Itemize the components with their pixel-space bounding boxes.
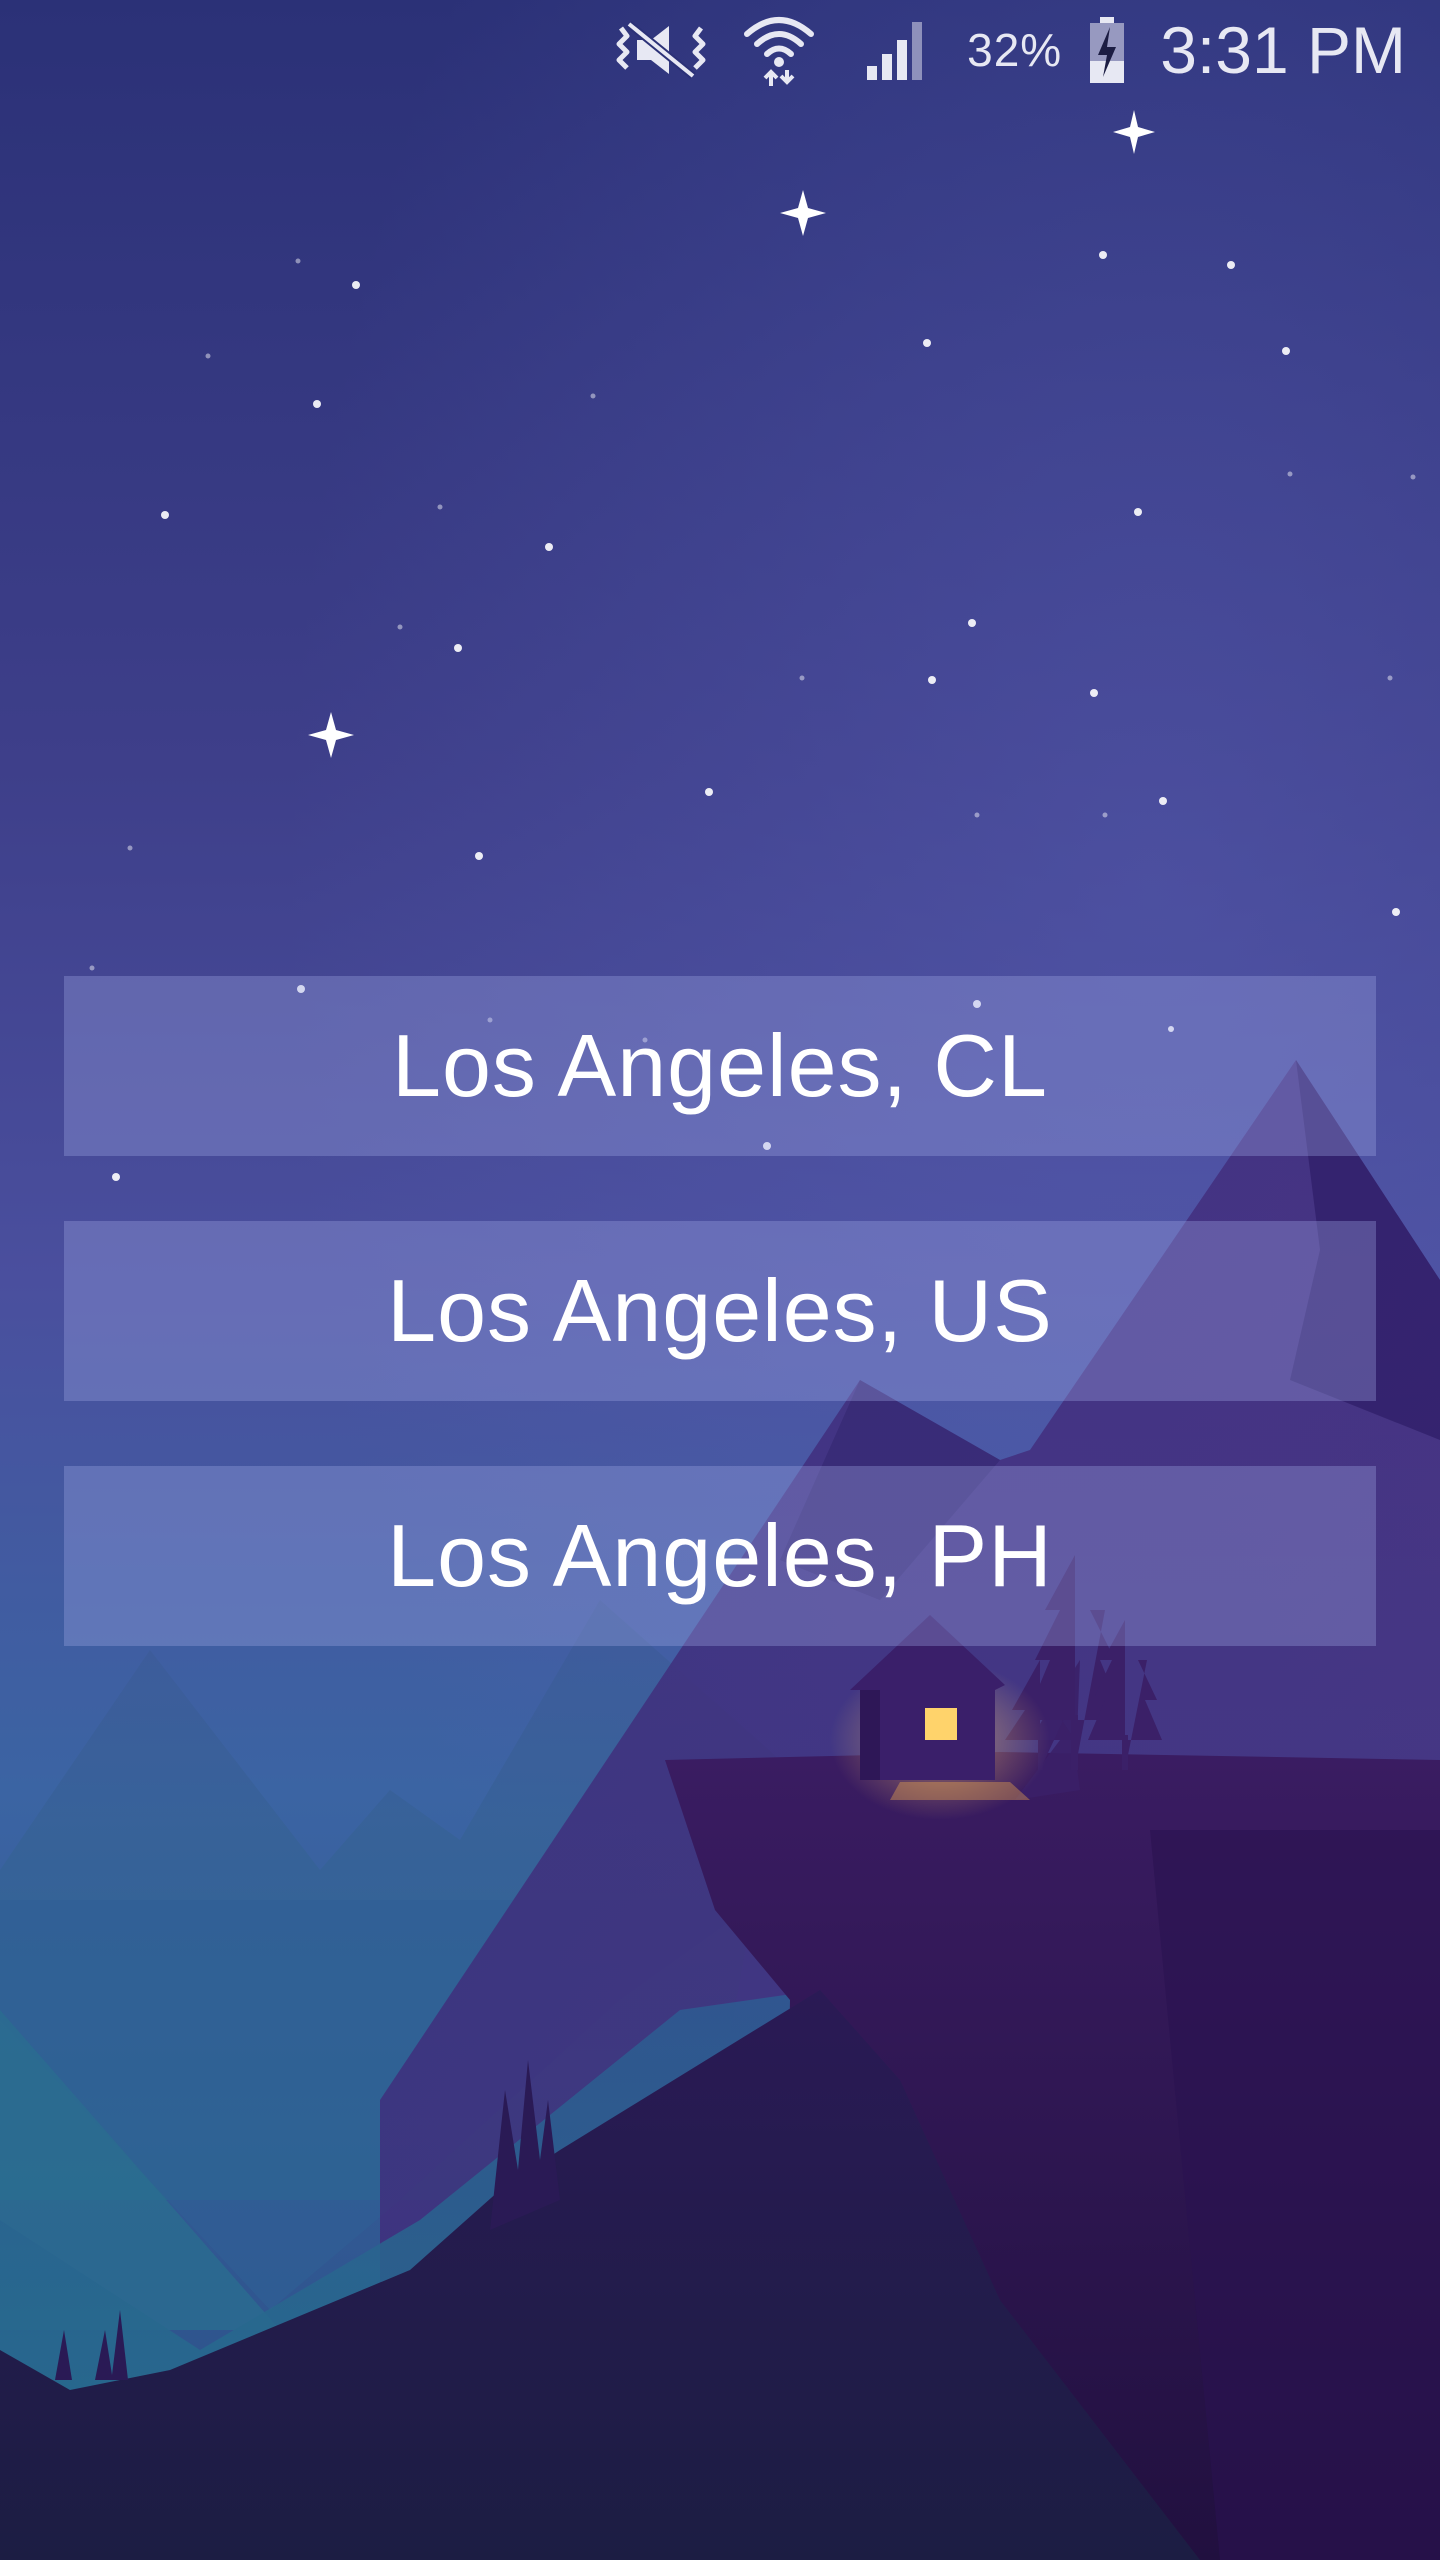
city-option-los-angeles-cl[interactable]: Los Angeles, CL: [64, 976, 1376, 1156]
clock: 3:31 PM: [1160, 13, 1406, 87]
city-option-los-angeles-ph[interactable]: Los Angeles, PH: [64, 1466, 1376, 1646]
city-option-label: Los Angeles, US: [387, 1261, 1053, 1360]
city-option-label: Los Angeles, PH: [387, 1506, 1053, 1605]
cell-signal-icon: [849, 10, 945, 90]
city-option-label: Los Angeles, CL: [392, 1016, 1048, 1115]
status-bar: 32% 3:31 PM: [613, 0, 1440, 100]
battery-charging-icon: [1084, 10, 1130, 90]
mute-vibrate-icon: [613, 10, 709, 90]
city-option-los-angeles-us[interactable]: Los Angeles, US: [64, 1221, 1376, 1401]
wifi-data-icon: [731, 10, 827, 90]
battery-percent: 32%: [967, 24, 1063, 76]
screen: 32% 3:31 PM Los Angeles, CL Los Angeles,…: [0, 0, 1440, 2560]
